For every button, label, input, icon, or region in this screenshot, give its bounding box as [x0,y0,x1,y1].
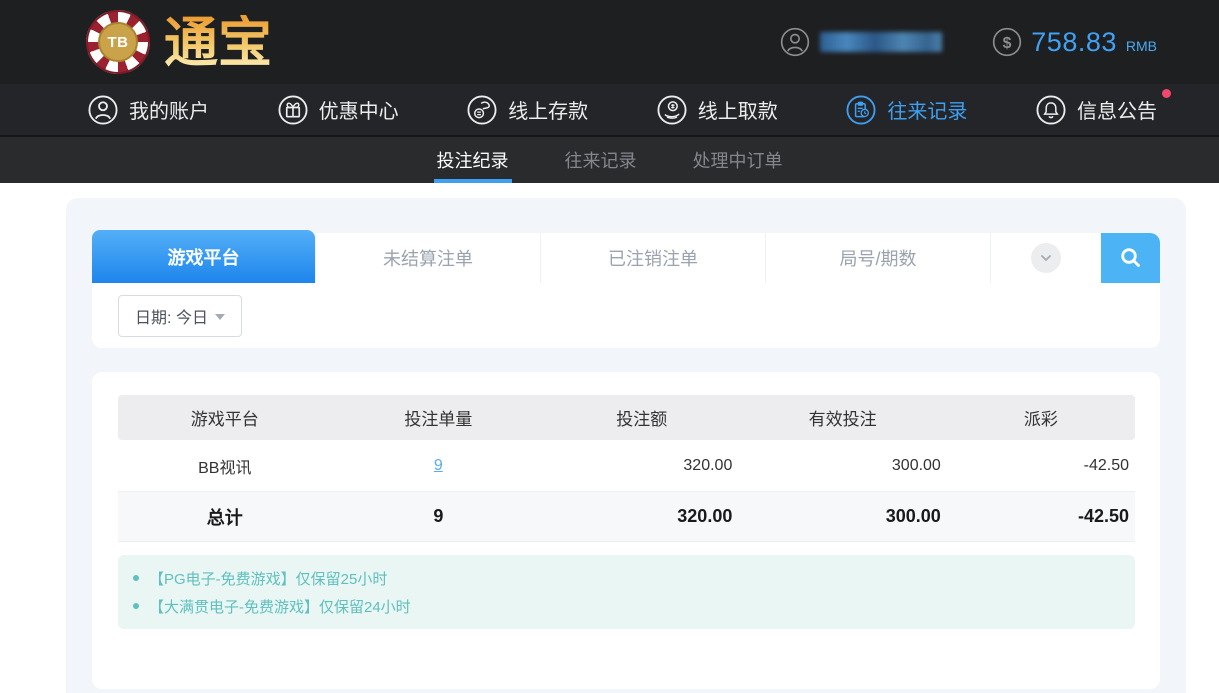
note-text: 【大满贯电子-免费游戏】仅保留24小时 [149,596,411,617]
subtab-label: 投注纪录 [437,147,509,173]
username-redacted [820,32,942,52]
withdraw-icon [657,95,687,125]
query-toolbar-card: 游戏平台 未结算注单 已注销注单 局号/期数 [92,233,1160,348]
col-header-bet-amount: 投注额 [545,395,738,440]
caret-down-icon [215,314,225,320]
page-content: 游戏平台 未结算注单 已注销注单 局号/期数 [0,183,1219,693]
active-tab-underline [434,179,512,183]
subtab-transaction-records[interactable]: 往来记录 [562,137,640,183]
svg-text:$: $ [1003,35,1012,52]
subtab-processing-orders[interactable]: 处理中订单 [690,137,786,183]
search-icon [1118,245,1144,271]
cell-platform: BB视讯 [118,440,332,492]
total-valid-bet: 300.00 [738,492,946,542]
nav-item-my-account[interactable]: 我的账户 [88,95,209,125]
top-header: TB 通宝 $ 758.83 RMB [0,0,1219,84]
col-header-valid-bet: 有效投注 [738,395,946,440]
tab-game-platform[interactable]: 游戏平台 [92,230,315,283]
user-icon [88,95,118,125]
nav-label: 优惠中心 [319,95,399,124]
bet-count-link[interactable]: 9 [434,457,443,474]
cell-valid-bet: 300.00 [738,440,946,492]
brand-logo[interactable]: TB 通宝 [86,10,272,74]
brand-name: 通宝 [164,15,272,69]
col-header-platform: 游戏平台 [118,395,332,440]
results-card: 游戏平台 投注单量 投注额 有效投注 派彩 BB视讯 9 320.00 [92,372,1160,689]
note-text: 【PG电子-免费游戏】仅保留25小时 [149,568,387,589]
records-subnav: 投注纪录 往来记录 处理中订单 [0,137,1219,183]
records-icon [846,95,876,125]
table-row: BB视讯 9 320.00 300.00 -42.50 [118,440,1135,492]
nav-item-promotions[interactable]: 优惠中心 [278,95,399,125]
tab-unsettled-bets[interactable]: 未结算注单 [315,233,540,283]
col-header-bet-count: 投注单量 [332,395,546,440]
chevron-circle [1031,243,1061,273]
subtab-label: 往来记录 [565,147,637,173]
nav-label: 信息公告 [1077,95,1157,124]
nav-item-records[interactable]: 往来记录 [846,95,967,125]
tab-round-number[interactable]: 局号/期数 [765,233,990,283]
nav-label: 线上取款 [698,95,778,124]
balance-currency: RMB [1126,38,1157,54]
total-label: 总计 [118,492,332,542]
retention-notes: 【PG电子-免费游戏】仅保留25小时 【大满贯电子-免费游戏】仅保留24小时 [118,555,1135,629]
date-filter-dropdown[interactable]: 日期: 今日 [118,295,242,337]
tab-label: 已注销注单 [608,245,698,271]
bullet-icon [133,575,139,581]
subtab-bet-records[interactable]: 投注纪录 [434,137,512,183]
deposit-icon [467,95,497,125]
bullet-icon [133,603,139,609]
user-account-summary[interactable] [780,27,942,57]
bet-summary-table: 游戏平台 投注单量 投注额 有效投注 派彩 BB视讯 9 320.00 [118,395,1135,542]
nav-label: 线上存款 [508,95,588,124]
table-header-row: 游戏平台 投注单量 投注额 有效投注 派彩 [118,395,1135,440]
nav-item-withdraw[interactable]: 线上取款 [657,95,778,125]
nav-label: 往来记录 [887,95,967,124]
coin-dollar-icon: $ [992,27,1022,57]
total-payout: -42.50 [947,492,1135,542]
table-total-row: 总计 9 320.00 300.00 -42.50 [118,492,1135,542]
date-filter-value: 日期: 今日 [135,304,208,328]
chip-monogram: TB [98,22,138,62]
notification-dot [1162,89,1171,98]
note-line: 【PG电子-免费游戏】仅保留25小时 [118,564,1135,592]
nav-item-deposit[interactable]: 线上存款 [467,95,588,125]
chevron-down-icon [1038,250,1054,266]
bell-icon [1036,95,1066,125]
cell-payout: -42.50 [947,440,1135,492]
user-avatar-icon [780,27,810,57]
main-navigation: 我的账户 优惠中心 线上存款 线上取款 [0,84,1219,137]
query-tabs-row: 游戏平台 未结算注单 已注销注单 局号/期数 [92,233,1160,283]
tab-cancelled-bets[interactable]: 已注销注单 [540,233,765,283]
gift-icon [278,95,308,125]
tab-label: 游戏平台 [168,244,240,270]
poker-chip-logo-icon: TB [86,10,150,74]
records-panel: 游戏平台 未结算注单 已注销注单 局号/期数 [66,198,1186,693]
balance-amount: 758.83 [1031,27,1117,58]
nav-label: 我的账户 [129,95,209,124]
tab-label: 未结算注单 [383,245,473,271]
col-header-payout: 派彩 [947,395,1135,440]
nav-item-announcements[interactable]: 信息公告 [1036,95,1157,125]
total-bet-count: 9 [332,492,546,542]
total-bet-amount: 320.00 [545,492,738,542]
subtab-label: 处理中订单 [693,147,783,173]
cell-bet-amount: 320.00 [545,440,738,492]
filter-row: 日期: 今日 [92,283,1160,348]
note-line: 【大满贯电子-免费游戏】仅保留24小时 [118,592,1135,620]
cell-bet-count: 9 [332,440,546,492]
more-options-toggle[interactable] [990,233,1101,283]
search-button[interactable] [1101,233,1160,283]
tab-label: 局号/期数 [839,245,916,271]
balance-display[interactable]: $ 758.83 RMB [992,27,1157,58]
